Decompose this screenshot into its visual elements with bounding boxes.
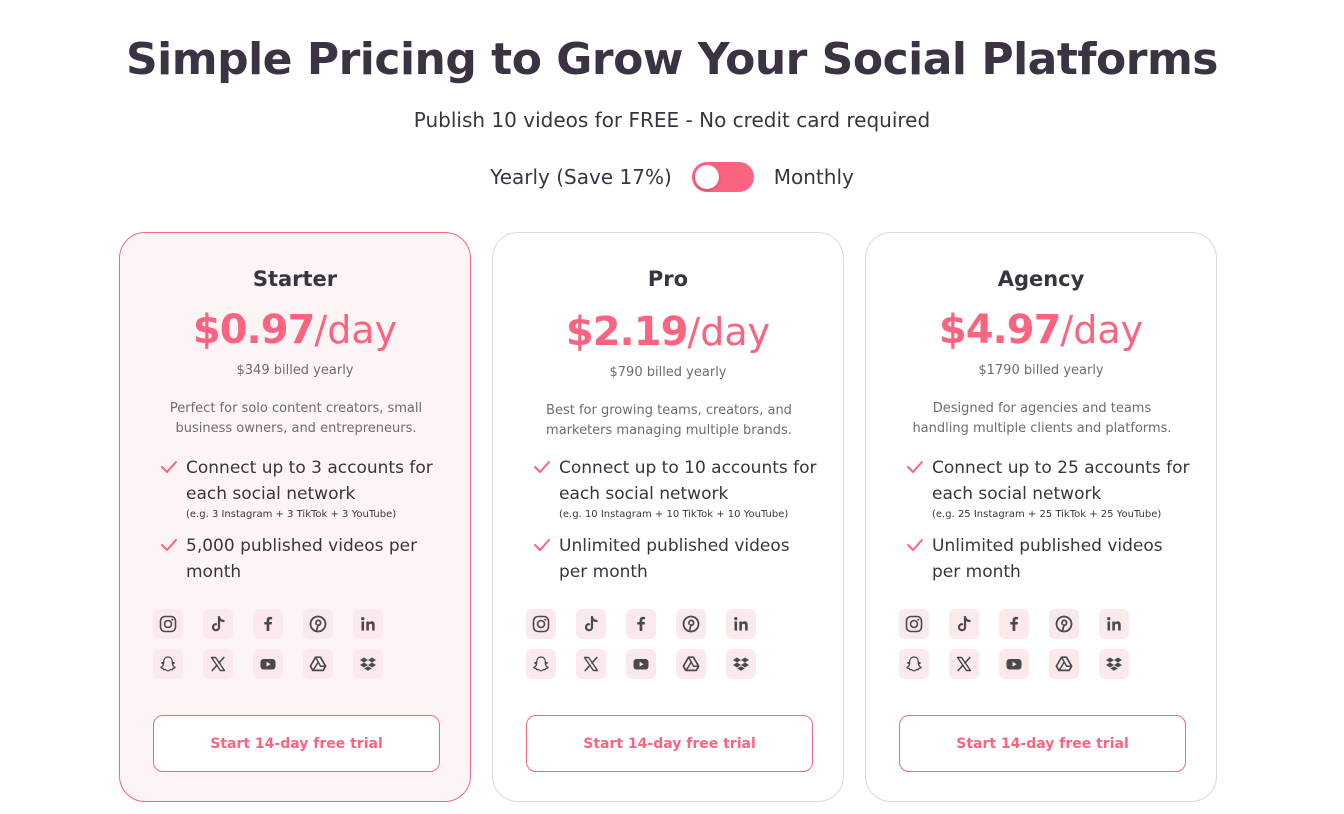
plan-description: Designed for agencies and teams handling… bbox=[912, 401, 1172, 436]
plan-card-pro: Pro $2.19/day $790 billed yearly Best fo… bbox=[492, 232, 844, 802]
tiktok-icon bbox=[576, 609, 606, 639]
feature-text: Unlimited published videos per month bbox=[559, 536, 790, 582]
instagram-icon bbox=[153, 609, 183, 639]
check-icon bbox=[907, 461, 923, 473]
billing-toggle: Yearly (Save 17%) Monthly bbox=[0, 160, 1344, 194]
feature-item: Connect up to 25 accounts for each socia… bbox=[906, 455, 1196, 521]
plan-card-agency: Agency $4.97/day $1790 billed yearly Des… bbox=[865, 232, 1217, 802]
youtube-icon bbox=[253, 649, 283, 679]
linkedin-icon bbox=[726, 609, 756, 639]
google-drive-icon bbox=[303, 649, 333, 679]
feature-item: Connect up to 3 accounts for each social… bbox=[160, 455, 450, 521]
pricing-plans: Starter $0.97/day $349 billed yearly Per… bbox=[119, 232, 1219, 802]
check-icon bbox=[534, 461, 550, 473]
snapchat-icon bbox=[526, 649, 556, 679]
facebook-icon bbox=[999, 609, 1029, 639]
feature-note: (e.g. 25 Instagram + 25 TikTok + 25 YouT… bbox=[932, 509, 1162, 520]
feature-text: Unlimited published videos per month bbox=[932, 536, 1163, 582]
toggle-knob bbox=[694, 165, 719, 189]
tiktok-icon bbox=[949, 609, 979, 639]
price-unit: /day bbox=[687, 310, 771, 354]
plan-price: $4.97/day bbox=[866, 307, 1216, 353]
monthly-label[interactable]: Monthly bbox=[774, 165, 854, 189]
dropbox-icon bbox=[1099, 649, 1129, 679]
check-icon bbox=[907, 539, 923, 551]
pinterest-icon bbox=[1049, 609, 1079, 639]
feature-item: Unlimited published videos per month bbox=[906, 533, 1196, 585]
feature-text: Connect up to 10 accounts for each socia… bbox=[559, 458, 817, 504]
start-free-trial-button[interactable]: Start 14-day free trial bbox=[526, 715, 813, 772]
youtube-icon bbox=[626, 649, 656, 679]
dropbox-icon bbox=[353, 649, 383, 679]
price-amount: $2.19 bbox=[565, 309, 689, 355]
plan-name: Pro bbox=[647, 267, 689, 291]
price-amount: $0.97 bbox=[192, 307, 316, 353]
snapchat-icon bbox=[153, 649, 183, 679]
instagram-icon bbox=[526, 609, 556, 639]
feature-list: Connect up to 3 accounts for each social… bbox=[160, 455, 450, 597]
tiktok-icon bbox=[203, 609, 233, 639]
billed-yearly-text: $1790 billed yearly bbox=[978, 363, 1104, 378]
pinterest-icon bbox=[676, 609, 706, 639]
plan-name: Agency bbox=[997, 267, 1085, 291]
feature-note: (e.g. 3 Instagram + 3 TikTok + 3 YouTube… bbox=[186, 509, 397, 520]
linkedin-icon bbox=[353, 609, 383, 639]
billing-period-switch[interactable] bbox=[691, 162, 754, 192]
feature-text: 5,000 published videos per month bbox=[186, 536, 418, 582]
start-free-trial-button[interactable]: Start 14-day free trial bbox=[153, 715, 440, 772]
billed-yearly-text: $349 billed yearly bbox=[236, 363, 354, 378]
feature-item: Connect up to 10 accounts for each socia… bbox=[533, 455, 823, 521]
plan-card-starter: Starter $0.97/day $349 billed yearly Per… bbox=[119, 232, 471, 802]
plan-description: Best for growing teams, creators, and ma… bbox=[546, 403, 792, 438]
dropbox-icon bbox=[726, 649, 756, 679]
plan-name: Starter bbox=[252, 267, 338, 291]
social-icons-grid bbox=[153, 609, 393, 679]
social-icons-grid bbox=[899, 609, 1139, 679]
facebook-icon bbox=[626, 609, 656, 639]
price-unit: /day bbox=[1060, 308, 1144, 352]
x-icon bbox=[203, 649, 233, 679]
page-subtitle: Publish 10 videos for FREE - No credit c… bbox=[413, 108, 931, 132]
instagram-icon bbox=[899, 609, 929, 639]
feature-item: 5,000 published videos per month bbox=[160, 533, 450, 585]
billed-yearly-text: $790 billed yearly bbox=[609, 365, 727, 380]
check-icon bbox=[534, 539, 550, 551]
feature-text: Connect up to 3 accounts for each social… bbox=[186, 458, 433, 504]
page-title: Simple Pricing to Grow Your Social Platf… bbox=[125, 34, 1219, 85]
linkedin-icon bbox=[1099, 609, 1129, 639]
google-drive-icon bbox=[676, 649, 706, 679]
facebook-icon bbox=[253, 609, 283, 639]
feature-list: Connect up to 10 accounts for each socia… bbox=[533, 455, 823, 597]
yearly-label[interactable]: Yearly (Save 17%) bbox=[490, 165, 672, 189]
price-amount: $4.97 bbox=[938, 307, 1062, 353]
youtube-icon bbox=[999, 649, 1029, 679]
check-icon bbox=[161, 461, 177, 473]
pinterest-icon bbox=[303, 609, 333, 639]
plan-description: Perfect for solo content creators, small… bbox=[169, 401, 423, 436]
start-free-trial-button[interactable]: Start 14-day free trial bbox=[899, 715, 1186, 772]
x-icon bbox=[949, 649, 979, 679]
snapchat-icon bbox=[899, 649, 929, 679]
google-drive-icon bbox=[1049, 649, 1079, 679]
feature-note: (e.g. 10 Instagram + 10 TikTok + 10 YouT… bbox=[559, 509, 789, 520]
feature-text: Connect up to 25 accounts for each socia… bbox=[932, 458, 1190, 504]
check-icon bbox=[161, 539, 177, 551]
plan-price: $2.19/day bbox=[493, 309, 843, 355]
feature-item: Unlimited published videos per month bbox=[533, 533, 823, 585]
plan-price: $0.97/day bbox=[120, 307, 470, 353]
price-unit: /day bbox=[314, 308, 398, 352]
social-icons-grid bbox=[526, 609, 766, 679]
feature-list: Connect up to 25 accounts for each socia… bbox=[906, 455, 1196, 597]
x-icon bbox=[576, 649, 606, 679]
